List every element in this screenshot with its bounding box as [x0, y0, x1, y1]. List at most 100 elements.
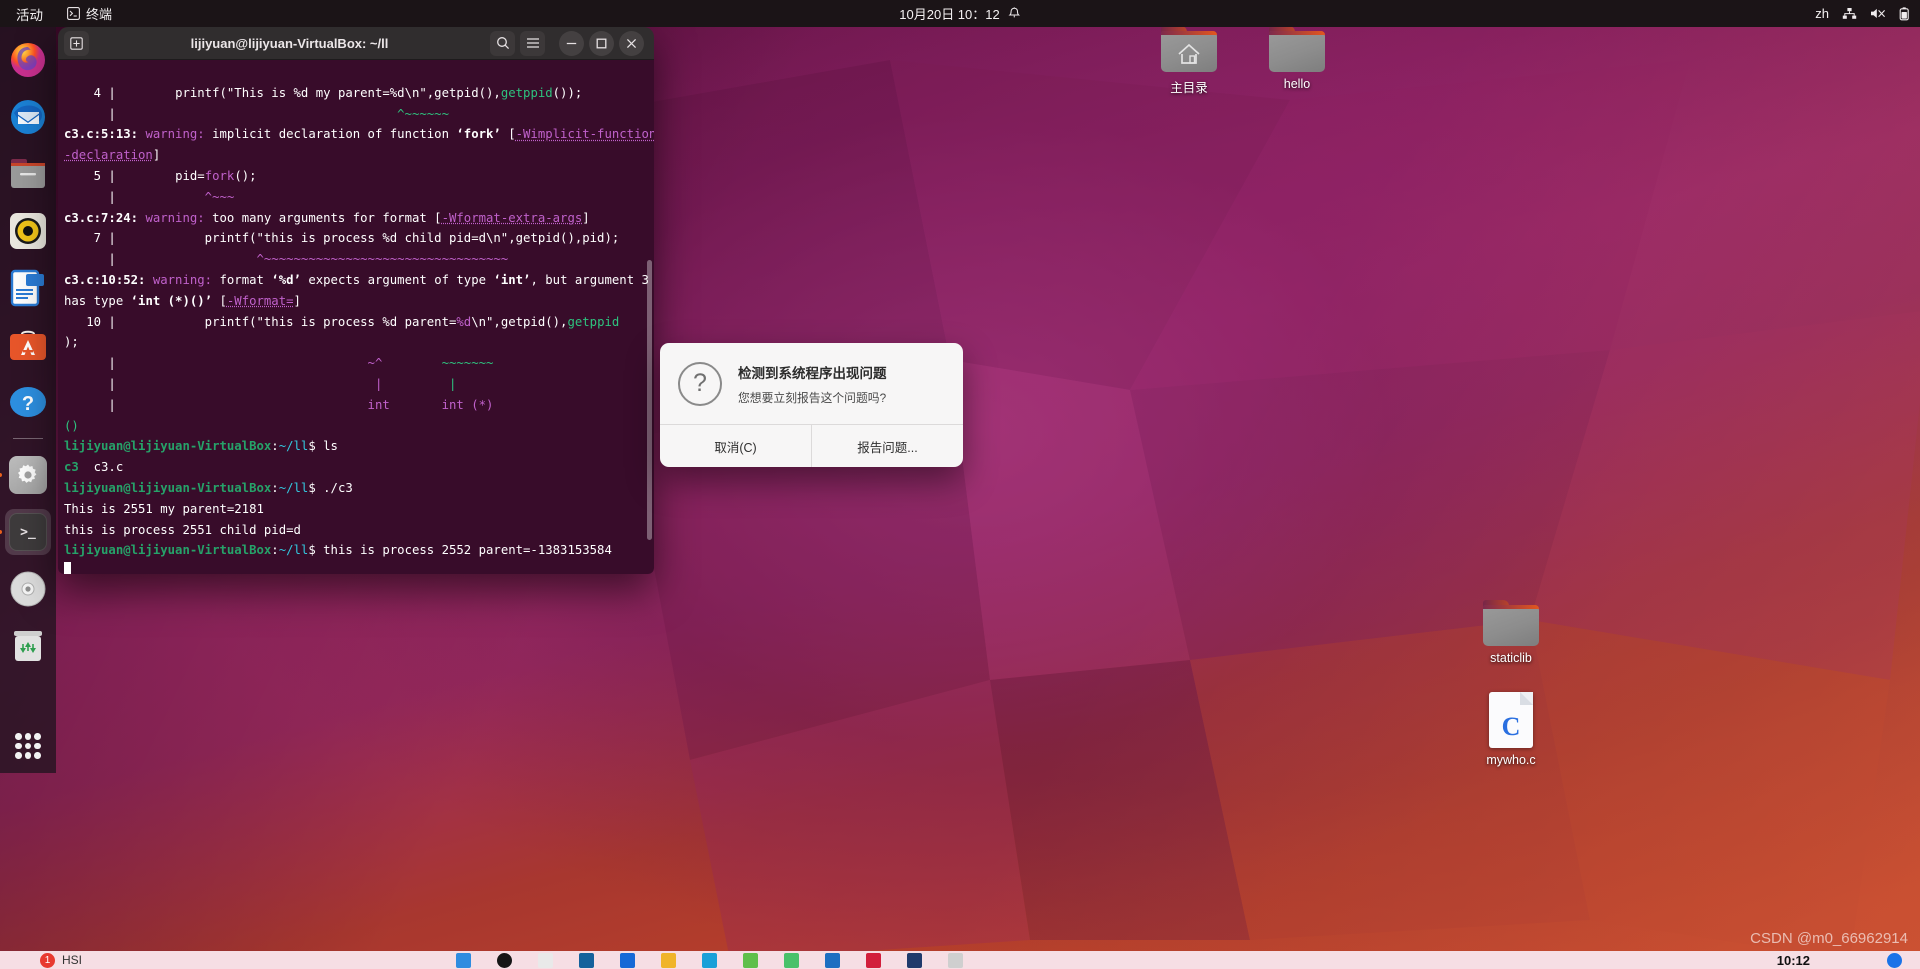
- terminal-window[interactable]: lijiyuan@lijiyuan-VirtualBox: ~/ll 4 | p…: [58, 27, 654, 574]
- terminal-scrollbar[interactable]: [647, 260, 652, 540]
- dock-item-terminal[interactable]: >_: [0, 509, 51, 555]
- terminal-line: | int int (*): [64, 397, 494, 412]
- gear-icon: [9, 456, 47, 494]
- terminal-line: 10 | printf("this is process %d parent=%…: [64, 314, 620, 329]
- dock-item-trash[interactable]: [5, 623, 51, 669]
- minimize-icon[interactable]: [559, 30, 584, 56]
- terminal-line: 4 | printf("This is %d my parent=%d\n",g…: [64, 85, 583, 100]
- terminal-cursor: [64, 562, 71, 574]
- terminal-line: | ~^ ~~~~~~~: [64, 356, 494, 371]
- bell-icon: [1008, 7, 1021, 20]
- launcher-dock[interactable]: ? >_: [0, 27, 56, 773]
- terminal-line: This is 2551 my parent=2181: [64, 501, 264, 516]
- dock-item-libreoffice-writer[interactable]: [5, 265, 51, 311]
- dock-item-files[interactable]: [5, 151, 51, 197]
- windows-taskbar[interactable]: 1 HSI 10:12: [0, 951, 1920, 969]
- network-icon[interactable]: [1842, 7, 1857, 20]
- task-view-icon[interactable]: [538, 952, 553, 968]
- store-icon[interactable]: [579, 952, 594, 968]
- volume-muted-icon[interactable]: [1870, 7, 1886, 20]
- running-indicator-dot: [0, 473, 2, 477]
- files-icon: [11, 159, 45, 188]
- desktop-icon-mywho-c[interactable]: C mywho.c: [1465, 692, 1557, 767]
- terminal-output[interactable]: 4 | printf("This is %d my parent=%d\n",g…: [58, 60, 654, 574]
- folder-icon: [1269, 26, 1325, 72]
- music-icon[interactable]: [866, 952, 881, 968]
- terminal-icon: [67, 7, 80, 20]
- dock-item-settings[interactable]: [0, 452, 51, 498]
- trash-icon: [14, 631, 42, 661]
- taskbar-app-icons[interactable]: [456, 952, 963, 968]
- search-icon[interactable]: [497, 952, 512, 968]
- virtualbox-icon[interactable]: [907, 952, 922, 968]
- dock-item-rhythmbox[interactable]: [5, 208, 51, 254]
- taskbar-notification-badge[interactable]: 1: [40, 952, 55, 968]
- terminal-line: -declaration]: [64, 148, 161, 163]
- dock-separator: [13, 438, 43, 439]
- maximize-icon[interactable]: [589, 30, 614, 56]
- taskbar-status-icon[interactable]: [1887, 952, 1902, 968]
- desktop-icon-staticlib[interactable]: staticlib: [1465, 600, 1557, 665]
- dialog-subtitle: 您想要立刻报告这个问题吗?: [738, 390, 887, 405]
- crash-report-dialog[interactable]: ? 检测到系统程序出现问题 您想要立刻报告这个问题吗? 取消(C) 报告问题..…: [660, 343, 963, 467]
- dock-item-thunderbird[interactable]: [5, 94, 51, 140]
- activities-button[interactable]: 活动: [0, 4, 57, 24]
- clock-label: 10月20日 10：12: [899, 7, 1000, 22]
- terminal-line: | ^~~~~~~: [64, 106, 449, 121]
- question-mark-icon: ?: [678, 361, 722, 406]
- desktop-icon-label: staticlib: [1490, 651, 1532, 665]
- hamburger-menu-icon[interactable]: [520, 30, 545, 56]
- terminal-line: lijiyuan@lijiyuan-VirtualBox:~/ll$ ls: [64, 439, 338, 454]
- active-app-label: 终端: [86, 7, 113, 22]
- report-problem-button[interactable]: 报告问题...: [811, 425, 963, 467]
- terminal-line: lijiyuan@lijiyuan-VirtualBox:~/ll$ ./c3: [64, 480, 353, 495]
- terminal-line: | | |: [64, 376, 457, 391]
- dock-item-help[interactable]: ?: [5, 379, 51, 425]
- thunderbird-icon: [11, 100, 45, 134]
- onedrive-icon[interactable]: [620, 952, 635, 968]
- dock-item-firefox[interactable]: [5, 37, 51, 83]
- show-applications-button[interactable]: [15, 733, 41, 759]
- desktop-icon-home[interactable]: 主目录: [1143, 26, 1235, 96]
- terminal-line: c3.c:5:13: warning: implicit declaration…: [64, 127, 654, 142]
- folder-home-icon: [1161, 26, 1217, 72]
- terminal-line: 5 | pid=fork();: [64, 168, 257, 183]
- battery-icon[interactable]: [1899, 6, 1910, 21]
- search-icon[interactable]: [490, 30, 515, 56]
- keyboard-layout-indicator[interactable]: zh: [1815, 6, 1829, 21]
- libreoffice-writer-icon: [10, 269, 44, 307]
- cancel-button[interactable]: 取消(C): [660, 425, 811, 467]
- wechat-icon[interactable]: [743, 952, 758, 968]
- taskbar-clock[interactable]: 10:12: [1777, 953, 1810, 968]
- windows-start-icon[interactable]: [456, 952, 471, 968]
- edge-icon[interactable]: [702, 952, 717, 968]
- terminal-line: this is process 2551 child pid=d: [64, 522, 301, 537]
- app-icon[interactable]: [948, 952, 963, 968]
- terminal-line: 7 | printf("this is process %d child pid…: [64, 231, 620, 246]
- active-app-indicator[interactable]: 终端: [57, 4, 122, 23]
- desktop-icon-hello[interactable]: hello: [1251, 26, 1343, 91]
- house-glyph-icon: [1178, 43, 1200, 64]
- terminal-line: lijiyuan@lijiyuan-VirtualBox:~/ll$ this …: [64, 543, 612, 558]
- terminal-line: (): [64, 418, 79, 433]
- explorer-icon[interactable]: [661, 952, 676, 968]
- top-bar: 活动 终端 10月20日 10：12 zh: [0, 0, 1920, 27]
- terminal-title: lijiyuan@lijiyuan-VirtualBox: ~/ll: [190, 35, 389, 51]
- vscode-icon[interactable]: [825, 952, 840, 968]
- qq-icon[interactable]: [784, 952, 799, 968]
- new-tab-icon[interactable]: [64, 30, 89, 56]
- taskbar-hsi-label: HSI: [62, 953, 83, 967]
- disk-icon: [10, 571, 46, 607]
- system-status-area[interactable]: zh: [1815, 6, 1910, 21]
- dock-item-disk[interactable]: [5, 566, 51, 612]
- terminal-line: );: [64, 335, 79, 350]
- close-icon[interactable]: [619, 30, 644, 56]
- help-icon: ?: [10, 387, 46, 417]
- c-source-file-icon: C: [1489, 692, 1533, 748]
- clock-area[interactable]: 10月20日 10：12: [899, 4, 1021, 23]
- dock-item-ubuntu-software[interactable]: [5, 322, 51, 368]
- watermark-text: CSDN @m0_66962914: [1750, 930, 1908, 947]
- terminal-titlebar[interactable]: lijiyuan@lijiyuan-VirtualBox: ~/ll: [58, 27, 654, 60]
- desktop-icon-label: hello: [1283, 77, 1311, 91]
- terminal-line: | ^~~~: [64, 189, 235, 204]
